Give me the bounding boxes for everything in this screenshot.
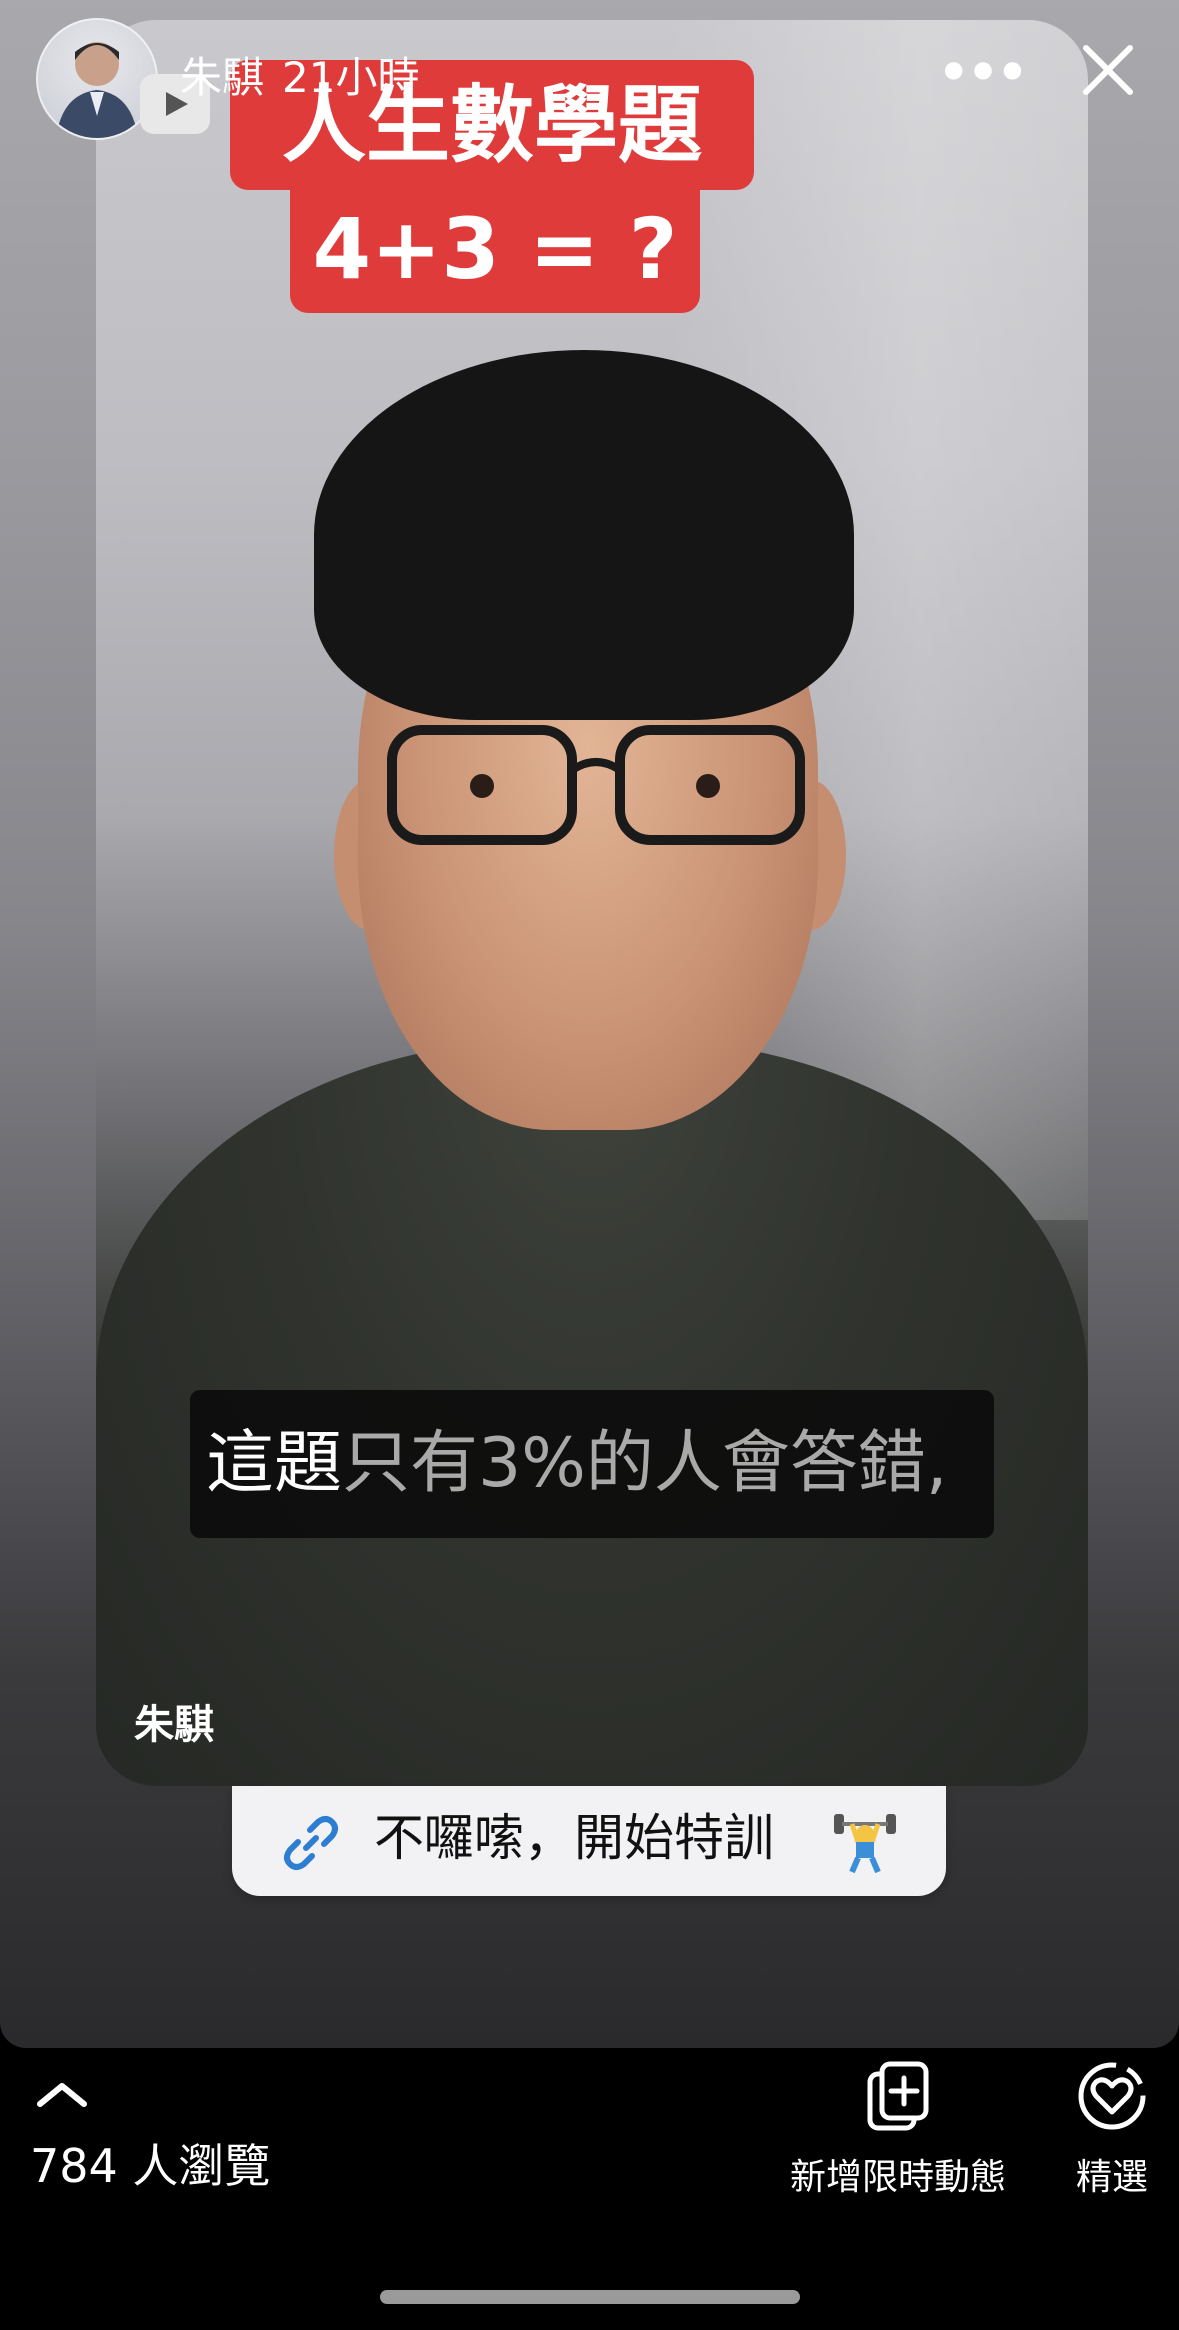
highlight-heart-icon[interactable] [1076,2060,1148,2132]
link-icon [284,1816,338,1870]
story-timestamp: 21小時 [282,53,420,102]
close-icon[interactable] [1078,40,1138,100]
person-glasses [387,725,805,845]
subtitle-rest: 只有3%的人會答錯, [342,1424,948,1503]
more-options-button[interactable]: ••• [936,43,1030,103]
home-indicator[interactable] [380,2290,800,2304]
chevron-up-icon[interactable] [34,2080,90,2110]
weightlifter-emoji-icon [834,1814,896,1874]
story-title-line2: 4+3 = ? [290,185,700,313]
link-sticker[interactable]: 不囉嗦，開始特訓 [232,1786,946,1896]
link-sticker-text: 不囉嗦，開始特訓 [374,1809,774,1867]
add-story-label[interactable]: 新增限時動態 [790,2148,1006,2200]
avatar-photo-icon [56,42,138,138]
subtitle-highlight: 這題 [206,1424,343,1503]
story-username[interactable]: 朱騏 [180,44,264,105]
highlight-label[interactable]: 精選 [1070,2148,1154,2200]
story-viewer[interactable]: 朱騏 人生數學題 4+3 = ? 這題只有3%的人會答錯, 朱騏 21小時 ••… [0,0,1179,2048]
story-header: 朱騏 21小時 ••• [0,0,1179,150]
person-hair [314,350,854,720]
add-story-icon[interactable] [866,2060,930,2132]
view-count[interactable]: 784 人瀏覽 [30,2130,270,2196]
video-author-tag: 朱騏 [134,1702,214,1748]
video-subtitle: 這題只有3%的人會答錯, [190,1390,994,1538]
